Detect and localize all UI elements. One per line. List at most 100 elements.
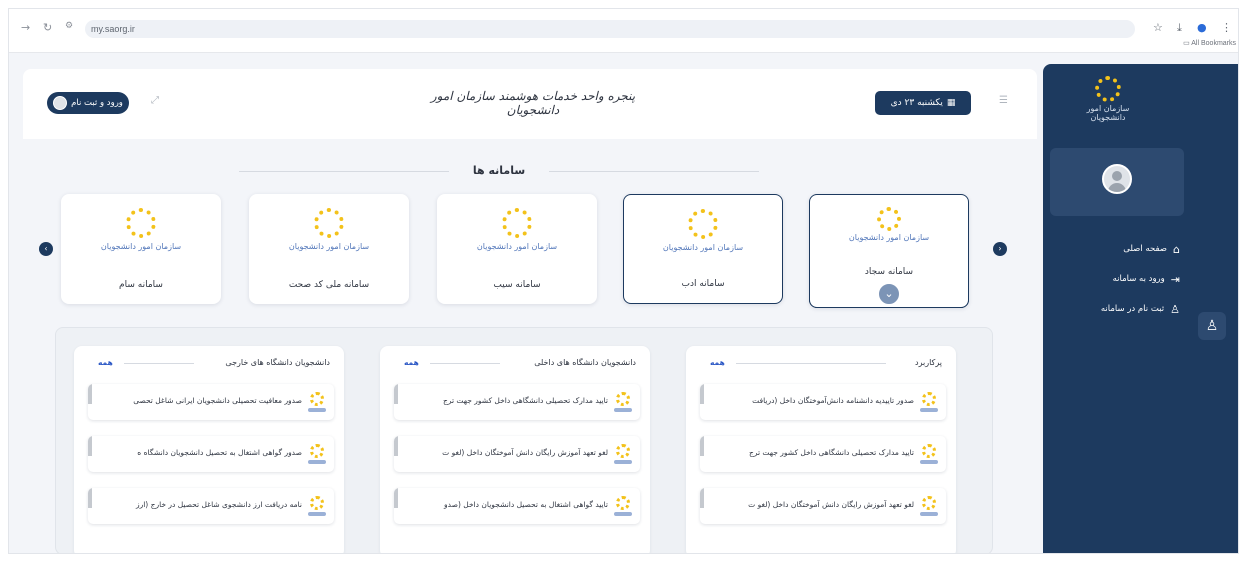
browser-toolbar: → ↻ ⚙ my.saorg.ir ☆ ⤓ ● ⋮ ▭ All Bookmark… (9, 9, 1238, 53)
show-all-link[interactable]: همه (404, 358, 419, 367)
sun-logo-icon (616, 496, 630, 510)
list-item[interactable]: صدور گواهی اشتغال به تحصیل دانشجویان دان… (88, 436, 334, 472)
user-card (1050, 148, 1184, 216)
column-frequent: پرکاربرد همه صدور تاییدیه دانشنامه دانش‌… (686, 346, 956, 553)
sun-logo-icon (922, 444, 936, 458)
card-logo-text: سازمان امور دانشجویان (848, 233, 930, 242)
sidebar-logo[interactable]: سازمان امور دانشجویان (1078, 76, 1138, 122)
card-name: سامانه سیب (493, 280, 541, 290)
system-card-adab[interactable]: سازمان امور دانشجویان سامانه ادب (623, 194, 783, 304)
all-bookmarks-link[interactable]: ▭ All Bookmarks (1183, 39, 1236, 47)
address-bar[interactable]: my.saorg.ir (85, 20, 1135, 38)
logo-text-mark (308, 512, 326, 516)
login-register-button[interactable]: ورود و ثبت نام (47, 92, 129, 114)
sidebar-item-login[interactable]: ⇥ ورود به سامانه (1060, 270, 1180, 288)
item-marker (88, 436, 92, 456)
sidebar-item-home[interactable]: ⌂ صفحه اصلی (1060, 240, 1180, 258)
logo-text-mark (308, 408, 326, 412)
item-label: تایید گواهی اشتغال به تحصیل دانشجویان دا… (444, 500, 608, 509)
next-arrow-icon[interactable]: › (993, 242, 1007, 256)
prev-arrow-icon[interactable]: ‹ (39, 242, 53, 256)
sun-logo-icon (314, 208, 344, 238)
avatar-icon (53, 96, 68, 110)
card-name: سامانه ملی کد صحت (288, 280, 370, 290)
arrow-right-icon[interactable]: → (21, 21, 30, 34)
sidebar-item-label: ورود به سامانه (1112, 274, 1165, 284)
list-item[interactable]: نامه دریافت ارز دانشجوی شاغل تحصیل در خا… (88, 488, 334, 524)
card-name: سامانه ادب (681, 279, 725, 289)
reload-icon[interactable]: ↻ (43, 21, 52, 34)
logo-text-mark (920, 512, 938, 516)
menu-toggle-icon[interactable]: ☰ (999, 95, 1008, 106)
menu-icon[interactable]: ⋮ (1221, 21, 1232, 34)
profile-icon[interactable]: ● (1197, 21, 1207, 34)
page-title: پنجره واحد خدمات هوشمند سازمان امور دانش… (430, 89, 636, 117)
column-domestic: دانشجویان دانشگاه های داخلی همه تایید مد… (380, 346, 650, 553)
item-label: صدور گواهی اشتغال به تحصیل دانشجویان دان… (137, 448, 302, 457)
sidebar-item-label: صفحه اصلی (1123, 244, 1168, 254)
sun-logo-icon (922, 496, 936, 510)
user-icon[interactable]: ♙ (1198, 312, 1226, 340)
item-marker (394, 384, 398, 404)
user-add-icon: ♙ (1170, 302, 1180, 316)
item-marker (700, 436, 704, 456)
system-card-national-code[interactable]: سازمان امور دانشجویان سامانه ملی کد صحت (249, 194, 409, 304)
home-icon: ⌂ (1173, 242, 1180, 256)
list-item[interactable]: تایید گواهی اشتغال به تحصیل دانشجویان دا… (394, 488, 640, 524)
login-button-label: ورود و ثبت نام (71, 98, 123, 108)
sun-logo-icon (616, 444, 630, 458)
list-item[interactable]: لغو تعهد آموزش رایگان دانش آموختگان داخل… (394, 436, 640, 472)
download-icon[interactable]: ⤓ (1177, 21, 1182, 35)
sun-logo-icon (1095, 76, 1121, 102)
fullscreen-icon[interactable]: ⤢ (151, 95, 159, 106)
column-title: پرکاربرد (915, 358, 942, 367)
card-logo-text: سازمان امور دانشجویان (662, 243, 744, 252)
url-text: my.saorg.ir (91, 24, 135, 34)
system-card-sib[interactable]: سازمان امور دانشجویان سامانه سیب (437, 194, 597, 304)
item-label: نامه دریافت ارز دانشجوی شاغل تحصیل در خا… (135, 500, 302, 509)
column-title: دانشجویان دانشگاه های داخلی (534, 358, 636, 367)
item-label: تایید مدارک تحصیلی دانشگاهی داخل کشور جه… (442, 396, 608, 405)
divider (124, 363, 194, 364)
item-marker (394, 436, 398, 456)
divider (430, 363, 500, 364)
show-all-link[interactable]: همه (710, 358, 725, 367)
sidebar-item-register[interactable]: ♙ ثبت نام در سامانه (1060, 300, 1180, 318)
sun-logo-icon (688, 209, 718, 239)
sun-logo-icon (310, 392, 324, 406)
logo-text-mark (308, 460, 326, 464)
system-card-sam[interactable]: سازمان امور دانشجویان سامانه سام (61, 194, 221, 304)
list-item[interactable]: تایید مدارک تحصیلی دانشگاهی داخل کشور جه… (394, 384, 640, 420)
card-logo-text: سازمان امور دانشجویان (100, 242, 182, 251)
star-icon[interactable]: ☆ (1153, 21, 1163, 34)
list-item[interactable]: لغو تعهد آموزش رایگان دانش آموختگان داخل… (700, 488, 946, 524)
item-marker (88, 384, 92, 404)
column-foreign: دانشجویان دانشگاه های خارجی همه صدور معا… (74, 346, 344, 553)
sun-logo-icon (310, 444, 324, 458)
date-badge: یکشنبه ۲۳ دی ▦ (875, 91, 971, 115)
item-marker (88, 488, 92, 508)
column-title: دانشجویان دانشگاه های خارجی (225, 358, 330, 367)
site-settings-icon[interactable]: ⚙ (65, 21, 73, 31)
app-window: → ↻ ⚙ my.saorg.ir ☆ ⤓ ● ⋮ ▭ All Bookmark… (8, 8, 1239, 554)
logo-text-mark (920, 408, 938, 412)
sun-logo-icon (126, 208, 156, 238)
item-marker (394, 488, 398, 508)
systems-section-title: سامانه ها (209, 164, 789, 177)
item-label: تایید مدارک تحصیلی دانشگاهی داخل کشور جه… (748, 448, 914, 457)
sun-logo-icon (922, 392, 936, 406)
services-panel: پرکاربرد همه صدور تاییدیه دانشنامه دانش‌… (55, 327, 993, 553)
item-marker (700, 488, 704, 508)
logo-text-mark (920, 460, 938, 464)
list-item[interactable]: صدور معافیت تحصیلی دانشجویان ایرانی شاغل… (88, 384, 334, 420)
chevron-down-icon[interactable]: ⌄ (877, 282, 901, 306)
list-item[interactable]: تایید مدارک تحصیلی دانشگاهی داخل کشور جه… (700, 436, 946, 472)
sun-logo-icon (877, 207, 901, 231)
avatar[interactable] (1102, 164, 1132, 194)
item-label: صدور معافیت تحصیلی دانشجویان ایرانی شاغل… (133, 396, 302, 405)
item-label: لغو تعهد آموزش رایگان دانش آموختگان داخل… (442, 448, 608, 457)
logo-text-mark (614, 408, 632, 412)
show-all-link[interactable]: همه (98, 358, 113, 367)
item-label: لغو تعهد آموزش رایگان دانش آموختگان داخل… (748, 500, 914, 509)
list-item[interactable]: صدور تاییدیه دانشنامه دانش‌آموختگان داخل… (700, 384, 946, 420)
